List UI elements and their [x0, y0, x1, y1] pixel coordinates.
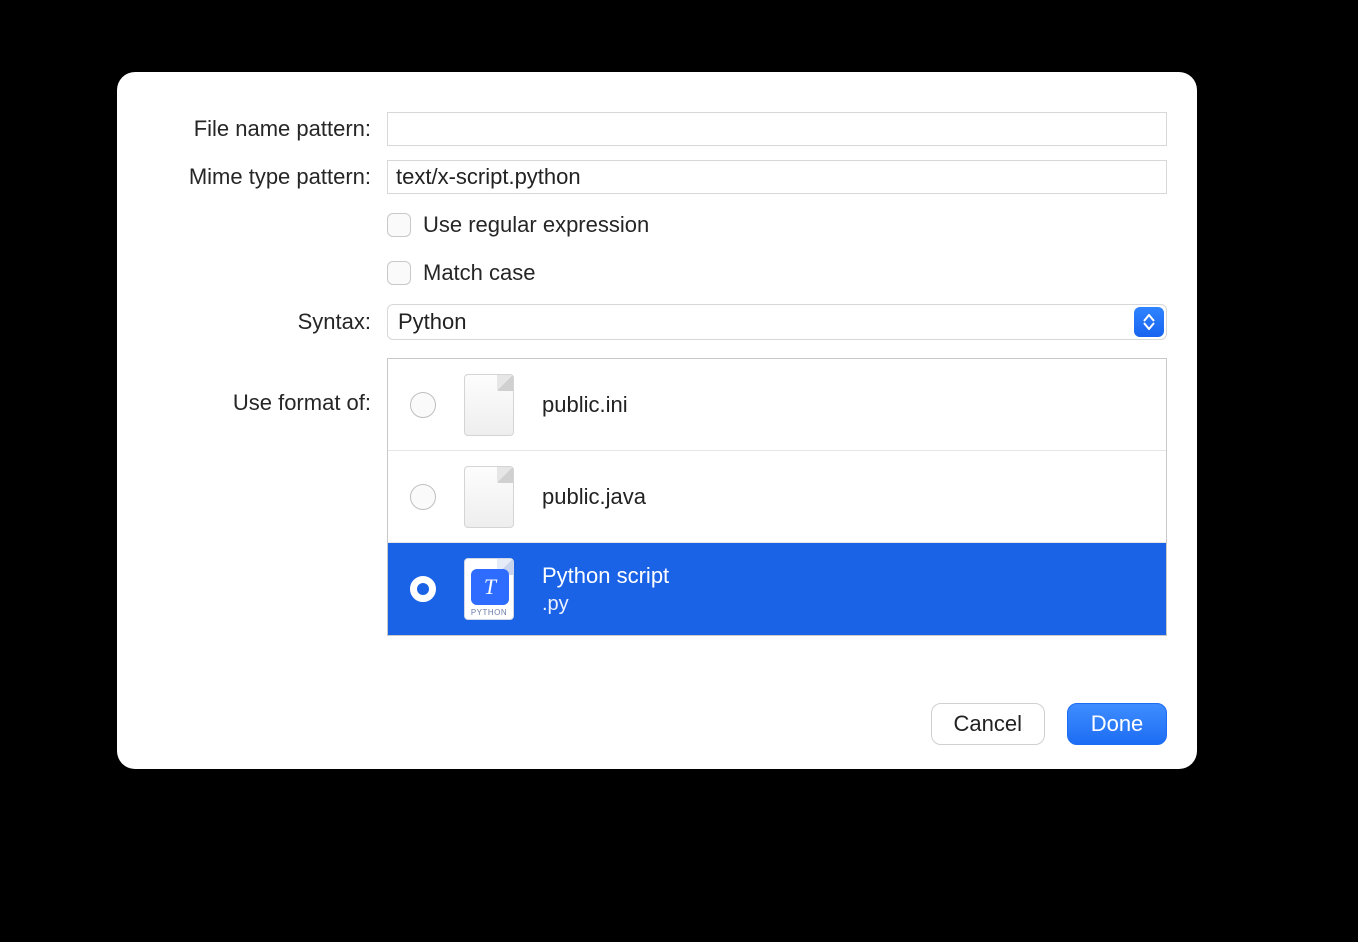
match-case-checkbox[interactable]: [387, 261, 411, 285]
label-use-format: Use format of:: [147, 358, 387, 416]
checkbox-row-matchcase: Match case: [387, 256, 1167, 290]
row-syntax: Syntax: Python: [147, 304, 1167, 340]
format-option-java[interactable]: public.java: [388, 451, 1166, 543]
preferences-dialog: File name pattern: Mime type pattern: Us…: [117, 72, 1197, 769]
cancel-button-label: Cancel: [954, 711, 1022, 737]
label-file-name-pattern: File name pattern:: [147, 116, 387, 142]
done-button-label: Done: [1091, 711, 1144, 737]
row-use-regex: Use regular expression: [147, 208, 1167, 242]
format-option-title: public.ini: [542, 392, 628, 418]
field-use-format: public.ini public.java T PYTHON: [387, 358, 1167, 636]
use-regex-label: Use regular expression: [423, 212, 649, 238]
use-regex-checkbox[interactable]: [387, 213, 411, 237]
checkbox-row-regex: Use regular expression: [387, 208, 1167, 242]
match-case-label: Match case: [423, 260, 536, 286]
python-file-icon: T PYTHON: [464, 558, 514, 620]
format-option-ini-radio[interactable]: [410, 392, 436, 418]
updown-icon: [1134, 307, 1164, 337]
row-file-name-pattern: File name pattern:: [147, 112, 1167, 146]
cancel-button[interactable]: Cancel: [931, 703, 1045, 745]
format-option-title: Python script: [542, 563, 669, 589]
format-option-subtitle: .py: [542, 593, 669, 616]
button-bar: Cancel Done: [931, 703, 1167, 745]
format-option-python-radio[interactable]: [410, 576, 436, 602]
row-mime-type-pattern: Mime type pattern:: [147, 160, 1167, 194]
done-button[interactable]: Done: [1067, 703, 1167, 745]
file-name-pattern-input[interactable]: [387, 112, 1167, 146]
format-option-ini[interactable]: public.ini: [388, 359, 1166, 451]
syntax-select-value: Python: [398, 309, 467, 335]
row-match-case: Match case: [147, 256, 1167, 290]
format-list: public.ini public.java T PYTHON: [387, 358, 1167, 636]
label-syntax: Syntax:: [147, 309, 387, 335]
row-use-format: Use format of: public.ini public.java: [147, 358, 1167, 636]
mime-type-pattern-input[interactable]: [387, 160, 1167, 194]
field-file-name-pattern: [387, 112, 1167, 146]
field-mime-type-pattern: [387, 160, 1167, 194]
format-option-title: public.java: [542, 484, 646, 510]
label-mime-type-pattern: Mime type pattern:: [147, 164, 387, 190]
format-option-python[interactable]: T PYTHON Python script .py: [388, 543, 1166, 635]
file-icon: [464, 374, 514, 436]
format-option-java-radio[interactable]: [410, 484, 436, 510]
file-icon: [464, 466, 514, 528]
syntax-select[interactable]: Python: [387, 304, 1167, 340]
field-syntax: Python: [387, 304, 1167, 340]
